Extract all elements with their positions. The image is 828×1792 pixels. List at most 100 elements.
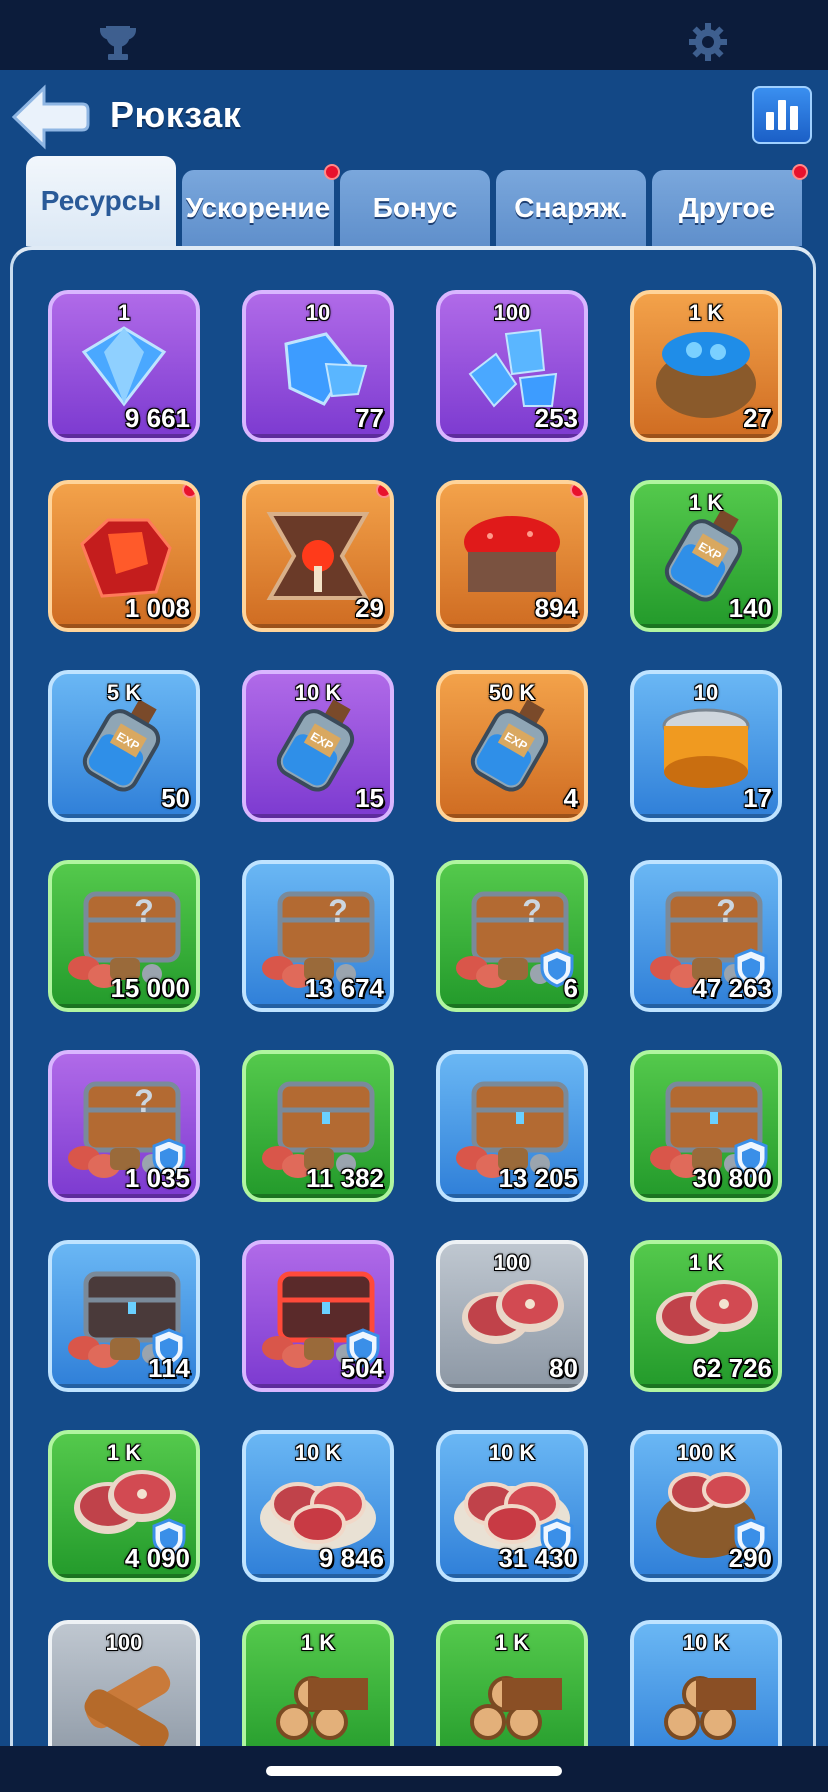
tab-other[interactable]: Другое xyxy=(652,164,808,246)
item-amount-label: 1 K xyxy=(494,1630,530,1655)
inventory-item[interactable]: 10 K 9 846 xyxy=(242,1430,394,1582)
tab-label: Бонус xyxy=(372,192,458,223)
item-count: 6 xyxy=(563,973,578,1003)
item-count: 17 xyxy=(743,783,772,813)
notification-badge xyxy=(182,484,196,498)
item-count: 894 xyxy=(534,593,578,623)
item-count: 4 xyxy=(563,783,578,813)
inventory-item[interactable]: EXP 50 K4 xyxy=(436,670,588,822)
item-amount-label: 10 K xyxy=(488,1440,536,1465)
item-amount-label: 1 K xyxy=(688,490,724,515)
item-amount-label: 5 K xyxy=(106,680,142,705)
item-count: 1 008 xyxy=(124,593,190,623)
item-count: 15 xyxy=(355,783,384,813)
inventory-item[interactable]: 100 253 xyxy=(436,290,588,442)
trophy-icon[interactable] xyxy=(96,24,140,62)
svg-text:?: ? xyxy=(134,893,154,929)
item-count: 31 430 xyxy=(498,1543,578,1573)
svg-text:?: ? xyxy=(716,893,736,929)
item-count: 114 xyxy=(148,1353,190,1383)
notification-badge xyxy=(792,164,808,180)
inventory-item[interactable]: 100 80 xyxy=(436,1240,588,1392)
inventory-item[interactable]: 1 008 xyxy=(48,480,200,632)
notification-badge xyxy=(570,484,584,498)
tab-equipment[interactable]: Снаряж. xyxy=(496,170,646,246)
inventory-item[interactable]: 11 382 xyxy=(242,1050,394,1202)
svg-text:?: ? xyxy=(328,893,348,929)
stats-button[interactable] xyxy=(752,86,812,144)
tab-bonus[interactable]: Бонус xyxy=(340,170,490,246)
inventory-item[interactable]: 10 K 31 430 xyxy=(436,1430,588,1582)
item-count: 47 263 xyxy=(692,973,772,1003)
item-count: 30 800 xyxy=(692,1163,772,1193)
item-amount-label: 10 K xyxy=(294,680,342,705)
item-count: 1 035 xyxy=(124,1163,190,1193)
item-amount-label: 10 K xyxy=(682,1630,730,1655)
inventory-item[interactable]: 30 800 xyxy=(630,1050,782,1202)
item-amount-label: 100 xyxy=(493,300,531,325)
svg-text:?: ? xyxy=(134,1083,154,1119)
inventory-item[interactable]: ? 6 xyxy=(436,860,588,1012)
item-amount-label: 1 K xyxy=(106,1440,142,1465)
notification-badge xyxy=(324,164,340,180)
inventory-item[interactable]: 13 205 xyxy=(436,1050,588,1202)
back-button[interactable] xyxy=(10,82,90,152)
inventory-item[interactable]: ? 47 263 xyxy=(630,860,782,1012)
page-title: Рюкзак xyxy=(110,94,242,135)
item-count: 62 726 xyxy=(692,1353,772,1383)
item-amount-label: 100 K xyxy=(676,1440,736,1465)
inventory-item[interactable]: EXP 10 K 15 xyxy=(242,670,394,822)
inventory-item[interactable]: 504 xyxy=(242,1240,394,1392)
inventory-item[interactable]: 114 xyxy=(48,1240,200,1392)
item-amount-label: 10 xyxy=(693,680,719,705)
inventory-item[interactable]: 1 9 661 xyxy=(48,290,200,442)
item-amount-label: 1 K xyxy=(300,1630,336,1655)
inventory-item[interactable]: 1 K 62 726 xyxy=(630,1240,782,1392)
svg-text:?: ? xyxy=(522,893,542,929)
item-count: 253 xyxy=(534,403,578,433)
status-bar xyxy=(0,0,828,70)
tab-speedup[interactable]: Ускорение xyxy=(182,164,340,246)
item-count: 15 000 xyxy=(110,973,190,1003)
item-count: 29 xyxy=(355,593,384,623)
tab-label: Другое xyxy=(678,192,776,223)
inventory-item[interactable]: 29 xyxy=(242,480,394,632)
tab-resources[interactable]: Ресурсы xyxy=(26,156,176,246)
item-count: 27 xyxy=(743,403,772,433)
item-count: 11 382 xyxy=(305,1163,384,1193)
item-count: 50 xyxy=(161,783,190,813)
inventory-item[interactable]: ? 15 000 xyxy=(48,860,200,1012)
item-count: 140 xyxy=(728,593,772,623)
item-amount-label: 10 K xyxy=(294,1440,342,1465)
item-count: 9 661 xyxy=(124,403,190,433)
item-amount-label: 1 K xyxy=(688,1250,724,1275)
item-count: 13 205 xyxy=(498,1163,578,1193)
inventory-item[interactable]: 100 K 290 xyxy=(630,1430,782,1582)
inventory-item[interactable]: 1 K 27 xyxy=(630,290,782,442)
gear-icon[interactable] xyxy=(688,22,728,62)
notification-badge xyxy=(376,484,390,498)
inventory-item[interactable]: 10 77 xyxy=(242,290,394,442)
item-count: 290 xyxy=(728,1543,772,1573)
inventory-item[interactable]: ? 13 674 xyxy=(242,860,394,1012)
tab-label: Ресурсы xyxy=(40,185,162,216)
item-count: 4 090 xyxy=(124,1543,190,1573)
home-indicator[interactable] xyxy=(266,1766,562,1776)
inventory-item[interactable]: EXP 5 K 50 xyxy=(48,670,200,822)
item-amount-label: 1 K xyxy=(688,300,724,325)
item-amount-label: 50 K xyxy=(488,680,536,705)
inventory-item[interactable]: 894 xyxy=(436,480,588,632)
item-count: 80 xyxy=(549,1353,578,1383)
inventory-item[interactable]: 10 17 xyxy=(630,670,782,822)
item-count: 77 xyxy=(355,403,384,433)
item-amount-label: 10 xyxy=(305,300,331,325)
item-amount-label: 1 xyxy=(117,300,131,325)
item-amount-label: 100 xyxy=(493,1250,531,1275)
inventory-item[interactable]: EXP 1 K 140 xyxy=(630,480,782,632)
item-amount-label: 100 xyxy=(105,1630,143,1655)
item-count: 9 846 xyxy=(318,1543,384,1573)
inventory-item[interactable]: ? 1 035 xyxy=(48,1050,200,1202)
item-count: 13 674 xyxy=(304,973,384,1003)
tab-label: Снаряж. xyxy=(514,192,628,223)
inventory-item[interactable]: 1 K 4 090 xyxy=(48,1430,200,1582)
